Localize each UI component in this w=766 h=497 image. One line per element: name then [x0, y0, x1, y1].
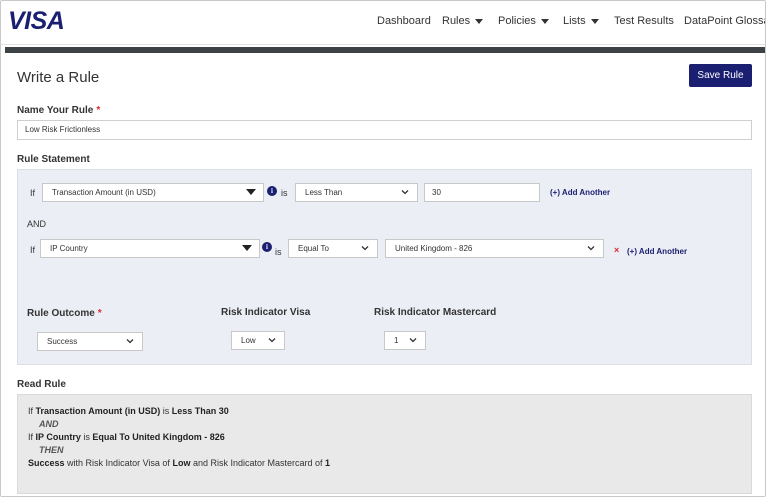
nav-dashboard-label: Dashboard: [377, 15, 431, 27]
required-marker: *: [96, 105, 101, 116]
caret-down-icon: [475, 18, 484, 24]
header-divider-bar: [5, 47, 765, 53]
nav-dashboard[interactable]: Dashboard: [377, 15, 431, 27]
read-is: is: [162, 406, 170, 416]
rule-outcome-select[interactable]: Success: [37, 332, 143, 351]
visa-logo[interactable]: VISA: [8, 7, 65, 36]
read-condition-2: Equal To United Kingdom - 826: [92, 432, 225, 442]
dropdown-arrow-icon: [246, 189, 256, 195]
read-text-1: with Risk Indicator Visa of: [67, 458, 170, 468]
read-outcome: Success: [28, 458, 65, 468]
nav-policies[interactable]: Policies: [498, 15, 549, 27]
read-condition-1: Less Than 30: [171, 406, 229, 416]
add-another-link-1[interactable]: (+) Add Another: [550, 188, 610, 197]
page-title: Write a Rule: [17, 69, 100, 86]
nav-test-results[interactable]: Test Results: [614, 15, 674, 27]
value-input-1[interactable]: 30: [424, 183, 540, 202]
chevron-down-icon: [267, 335, 277, 345]
risk-indicator-visa-select-value: Low: [241, 336, 256, 345]
read-if: If: [28, 406, 34, 416]
is-label: is: [275, 247, 282, 257]
operator-select-2-value: Equal To: [298, 244, 329, 253]
rule-outcome-select-value: Success: [47, 337, 78, 346]
nav-datapoint-glossary[interactable]: DataPoint Glossary: [684, 15, 765, 27]
value-select-2[interactable]: United Kingdom - 826: [385, 239, 604, 258]
read-if: If: [28, 432, 34, 442]
required-marker: *: [97, 308, 102, 319]
if-label: If: [30, 188, 36, 198]
nav-lists-label: Lists: [563, 15, 586, 27]
add-another-link-2[interactable]: (+) Add Another: [627, 247, 687, 256]
nav-rules[interactable]: Rules: [442, 15, 484, 27]
app-window: VISA Dashboard Rules Policies Lists Test…: [0, 0, 766, 497]
operator-select-1-value: Less Than: [305, 188, 343, 197]
chevron-down-icon: [125, 336, 135, 346]
info-circle-icon[interactable]: i: [267, 186, 277, 196]
nav-policies-label: Policies: [498, 15, 536, 27]
name-rule-label-text: Name Your Rule: [17, 105, 94, 116]
read-text-2: and Risk Indicator Mastercard of: [192, 458, 323, 468]
read-rule-label: Read Rule: [17, 379, 66, 390]
caret-down-icon: [540, 18, 549, 24]
risk-indicator-visa-select[interactable]: Low: [231, 331, 285, 350]
rule-outcome-label-text: Rule Outcome: [27, 308, 95, 319]
read-rule-line-3: Success with Risk Indicator Visa of Low …: [28, 458, 330, 468]
read-then-keyword: THEN: [39, 445, 64, 455]
nav-test-results-label: Test Results: [614, 15, 674, 27]
close-icon[interactable]: ×: [614, 245, 619, 255]
value-select-2-value: United Kingdom - 826: [395, 244, 473, 253]
datapoint-select-1[interactable]: Transaction Amount (in USD): [42, 183, 264, 202]
chevron-down-icon: [400, 187, 410, 197]
risk-indicator-mastercard-select[interactable]: 1: [384, 331, 426, 350]
and-label: AND: [27, 219, 47, 229]
read-rule-panel: If Transaction Amount (in USD) is Less T…: [17, 394, 752, 494]
read-visa-value: Low: [172, 458, 191, 468]
read-mc-value: 1: [325, 458, 331, 468]
name-rule-label: Name Your Rule *: [17, 105, 100, 116]
is-label: is: [281, 188, 288, 198]
rule-name-input[interactable]: Low Risk Frictionless: [17, 120, 752, 140]
read-field-2: IP Country: [35, 432, 81, 442]
rule-statement-label: Rule Statement: [17, 154, 90, 165]
chevron-down-icon: [408, 335, 418, 345]
chevron-down-icon: [586, 243, 596, 253]
info-circle-icon[interactable]: i: [262, 242, 272, 252]
rule-outcome-label: Rule Outcome *: [27, 308, 102, 319]
caret-down-icon: [590, 18, 599, 24]
operator-select-1[interactable]: Less Than: [295, 183, 418, 202]
read-field-1: Transaction Amount (in USD): [35, 406, 161, 416]
save-rule-button[interactable]: Save Rule: [689, 64, 752, 87]
read-and-keyword: AND: [39, 419, 59, 429]
if-label: If: [30, 245, 36, 255]
chevron-down-icon: [360, 243, 370, 253]
top-navbar: VISA Dashboard Rules Policies Lists Test…: [1, 1, 765, 45]
operator-select-2[interactable]: Equal To: [288, 239, 378, 258]
datapoint-select-2-value: IP Country: [50, 244, 88, 253]
nav-lists[interactable]: Lists: [563, 15, 599, 27]
read-is: is: [83, 432, 90, 442]
nav-rules-label: Rules: [442, 15, 471, 27]
nav-datapoint-glossary-label: DataPoint Glossary: [684, 15, 765, 27]
rule-statement-panel: If Transaction Amount (in USD) i is Less…: [17, 169, 752, 365]
risk-indicator-mastercard-select-value: 1: [394, 336, 399, 345]
read-rule-line-1: If Transaction Amount (in USD) is Less T…: [28, 406, 229, 416]
risk-indicator-mastercard-label: Risk Indicator Mastercard: [374, 307, 497, 318]
datapoint-select-1-value: Transaction Amount (in USD): [52, 188, 156, 197]
read-rule-line-2: If IP Country is Equal To United Kingdom…: [28, 432, 225, 442]
datapoint-select-2[interactable]: IP Country: [40, 239, 260, 258]
dropdown-arrow-icon: [242, 245, 252, 251]
risk-indicator-visa-label: Risk Indicator Visa: [221, 307, 311, 318]
